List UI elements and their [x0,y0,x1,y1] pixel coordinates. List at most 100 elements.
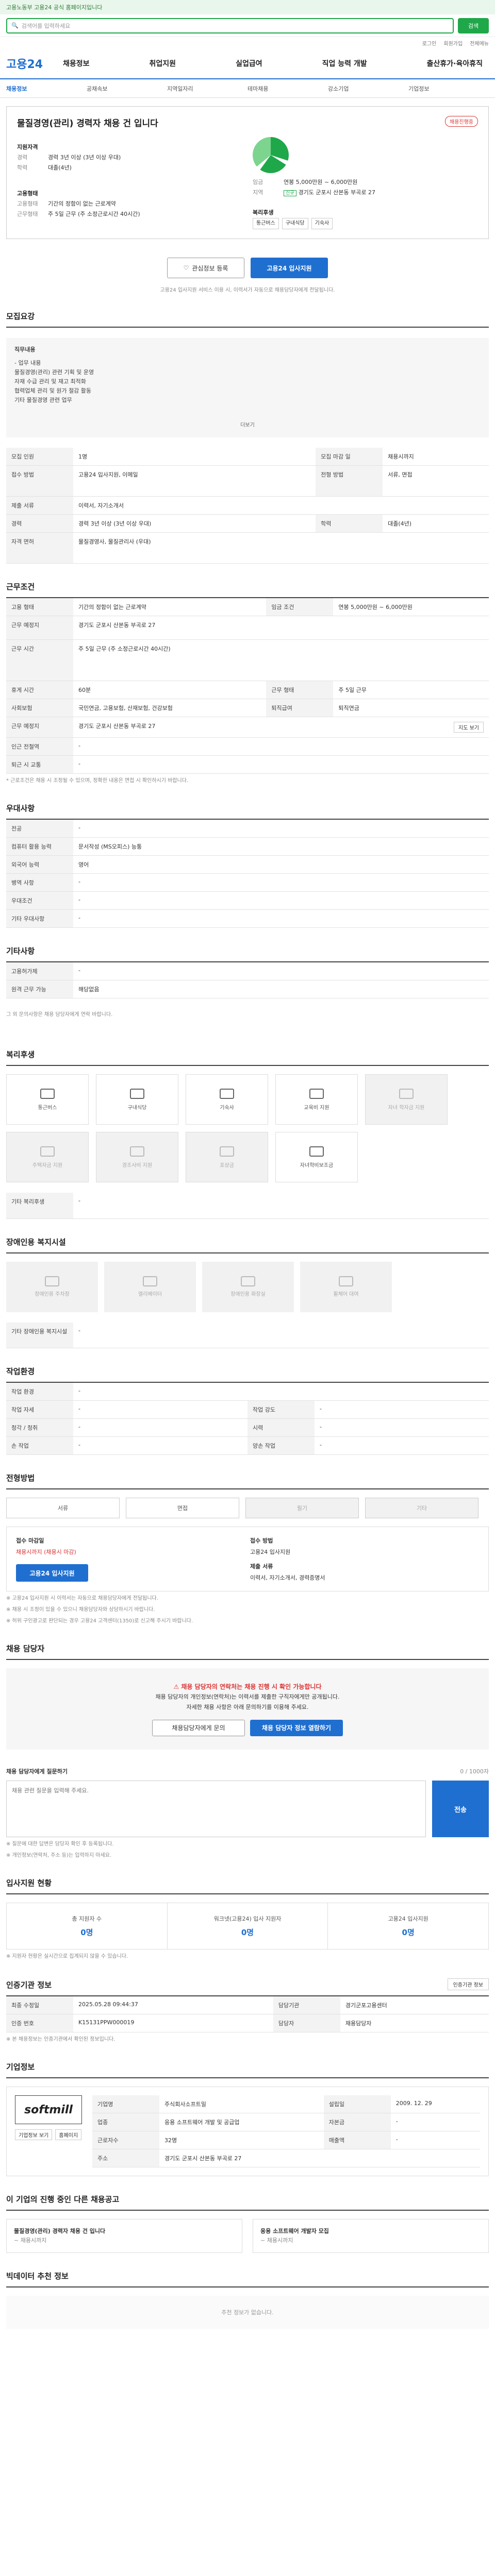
type-key: 고용형태 [17,200,38,207]
table-row: 근무 예정지 경기도 군포시 산본동 부곡로 27 지도 보기 [6,717,489,738]
contact-view-button[interactable]: 채용 담당자 정보 열람하기 [250,1720,343,1736]
row-key: 작업 자세 [6,1400,73,1419]
map-button[interactable]: 지도 보기 [454,722,484,733]
company-info-button[interactable]: 기업정보 보기 [15,2129,53,2140]
search-placeholder: 검색어를 입력하세요 [21,22,71,29]
row-key: 병역 사항 [6,873,73,892]
stat-value: 0명 [80,1928,93,1937]
info-button[interactable]: 인증기관 정보 [447,1978,489,1990]
welfare-card: 통근버스 [6,1074,89,1125]
benefit-list: 통근버스 구내식당 기숙사 [253,218,478,229]
row-value: 경력 3년 이상 (3년 이상 우대) [73,514,316,533]
contact-ask-button[interactable]: 채용담당자에게 문의 [152,1720,245,1736]
tab-company[interactable]: 기업정보 [408,84,489,93]
row-key: 원격 근무 가능 [6,980,73,998]
process-note: ※ 채용 시 조정이 있을 수 있으니 채용담당자와 상담하시기 바랍니다. [6,1607,155,1613]
company-table: 기업명 주식회사소프트밀 설립일 2009. 12. 29 업종 응용 소프트웨어 개발… [92,2095,480,2167]
ongoing-item[interactable]: 응용 소프트웨어 개발자 모집 ~ 채용시까지 [253,2219,489,2253]
row-key: 매출액 [323,2131,391,2149]
loc-tag: 신규 [284,190,296,196]
apply-button[interactable]: 고용24 입사지원 [251,258,328,278]
disability-section: 장애인용 복지시설 장애인용 주차장 엘리베이터 장애인용 화장실 휠체어 대여… [6,1219,489,1348]
stat-label: 고용24 입사지원 [388,1916,428,1922]
menu-item-support[interactable]: 취업지원 [150,58,176,69]
search-input[interactable]: 🔍 검색어를 입력하세요 [6,18,454,33]
stats-note: ※ 지원자 현황은 실시간으로 집계되지 않을 수 있습니다. [6,1954,128,1959]
join-link[interactable]: 회원가입 [443,39,463,47]
more-button[interactable]: 더보기 [240,422,255,428]
menu-item-leave[interactable]: 출산휴가·육아휴직 [427,58,483,69]
type-value: 기간의 정함이 없는 근로계약 [48,200,116,207]
table-row: 모집 인원 1명 모집 마감 일 채용시까지 [6,448,489,466]
scrap-label: 관심정보 등록 [192,264,228,272]
table-row: 자격 면허 물질경영사, 물질관리사 (우대) [6,532,489,564]
table-row: 경력 경력 3년 이상 (3년 이상 우대) 학력 대졸(4년) [6,514,489,533]
util-links: 로그인 회원가입 전체메뉴 [0,37,495,48]
menu-item-benefit[interactable]: 실업급여 [236,58,262,69]
menu-item-training[interactable]: 직업 능력 개발 [322,58,367,69]
site-logo[interactable]: 고용24 [6,55,63,72]
menu-item-jobs[interactable]: 채용정보 [63,58,90,69]
row-value: 경기도 군포시 산본동 부곡로 27 지도 보기 [73,717,489,738]
conditions-table: 고용 형태 기간의 정함이 없는 근로계약 임금 조건 연봉 5,000만원 ~ 6,… [6,598,489,774]
facility-label: 엘리베이터 [138,1292,162,1297]
step-document: 서류 [6,1498,120,1518]
deadline-value: 채용시까지 (채용시 마감) [16,1549,76,1555]
process-apply-button[interactable]: 고용24 입사지원 [16,1564,88,1582]
table-row: 근무 예정지 경기도 군포시 산본동 부곡로 27 [6,616,489,640]
wheelchair-icon [339,1276,353,1286]
row-value: - [390,2113,480,2131]
notice-text: 고용노동부 고용24 공식 홈페이지입니다 [6,4,103,11]
row-value: 주 5일 근무 [333,681,489,699]
contact-headline: ⚠ 채용 담당자의 연락처는 채용 진행 시 확인 가능합니다 [20,1682,475,1692]
stats-box: 총 지원자 수 0명 워크넷(고용24) 입사 지원자 0명 고용24 입사지원 0명 [6,1903,489,1950]
row-key: 학력 [316,514,383,533]
scrap-button[interactable]: ♡ 관심정보 등록 [167,258,244,278]
search-button[interactable]: 검색 [458,18,489,33]
row-value: - [73,891,489,910]
row-value: 응용 소프트웨어 개발 및 공급업 [159,2113,324,2131]
row-value: - [73,1383,489,1401]
similar-title: 빅데이터 추천 정보 [6,2270,489,2287]
tab-jobs[interactable]: 채용정보 [6,84,87,93]
stats-section: 입사지원 현황 총 지원자 수 0명 워크넷(고용24) 입사 지원자 0명 고용2… [6,1860,489,1961]
qna-input[interactable] [6,1781,426,1837]
recruit-label: 지원자격 [17,144,38,150]
ongoing-item-date: ~ 채용시까지 [260,2237,293,2244]
row-value: - [73,873,489,892]
conditions-section: 근무조건 고용 형태 기간의 정함이 없는 근로계약 임금 조건 연봉 5,000만원… [6,564,489,785]
welfare-cards: 통근버스 구내식당 기숙사 교육비 지원 자녀 학자금 지원 주택자금 지원 경… [6,1074,489,1182]
tab-region[interactable]: 지역일자리 [167,84,248,93]
dorm-icon [220,1088,234,1099]
homepage-button[interactable]: 홈페이지 [55,2129,82,2140]
prefer-section: 우대사항 전공 - 컴퓨터 활용 능력 문서작성 (MS오피스) 능통 외국어 능력… [6,785,489,928]
qna-title: 채용 담당자에게 질문하기 [6,1768,68,1775]
tab-public[interactable]: 공채속보 [87,84,167,93]
qna-note: ※ 개인정보(연락처, 주소 등)는 입력하지 마세요. [6,1853,112,1858]
table-row: 인근 전철역 - [6,737,489,756]
qna-submit-button[interactable]: 전송 [432,1781,489,1837]
child-icon [309,1146,324,1157]
table-row: 최종 수정일 2025.05.28 09:44:37 담당기관 경기군포고용센터 [6,1996,489,2014]
all-menu-link[interactable]: 전체메뉴 [470,39,489,47]
stats-title: 입사지원 현황 [6,1877,489,1894]
duty-title: 직무내용 [14,346,36,353]
stat-item: 총 지원자 수 0명 [7,1903,168,1949]
deadline-label: 접수 마감일 [16,1537,44,1544]
gift-icon [130,1146,144,1157]
search-row: 🔍 검색어를 입력하세요 검색 [0,14,495,37]
tab-small-giants[interactable]: 강소기업 [328,84,408,93]
row-value: - [73,1322,489,1348]
table-row: 전공 - [6,820,489,838]
login-link[interactable]: 로그인 [422,39,437,47]
ongoing-item-date: ~ 채용시까지 [14,2237,47,2244]
tab-theme[interactable]: 테마채용 [248,84,328,93]
row-value: 기간의 정함이 없는 근로계약 [73,598,267,616]
welfare-card: 주택자금 지원 [6,1132,89,1182]
facility-card: 장애인용 주차장 [6,1261,98,1312]
table-row: 퇴근 시 교통 - [6,755,489,774]
row-value: 해당없음 [73,980,489,998]
loading-icon [253,137,289,173]
ongoing-item[interactable]: 물질경영(관리) 경력자 채용 건 입니다 ~ 채용시까지 [6,2219,242,2253]
row-key: 근무 시간 [6,639,73,681]
